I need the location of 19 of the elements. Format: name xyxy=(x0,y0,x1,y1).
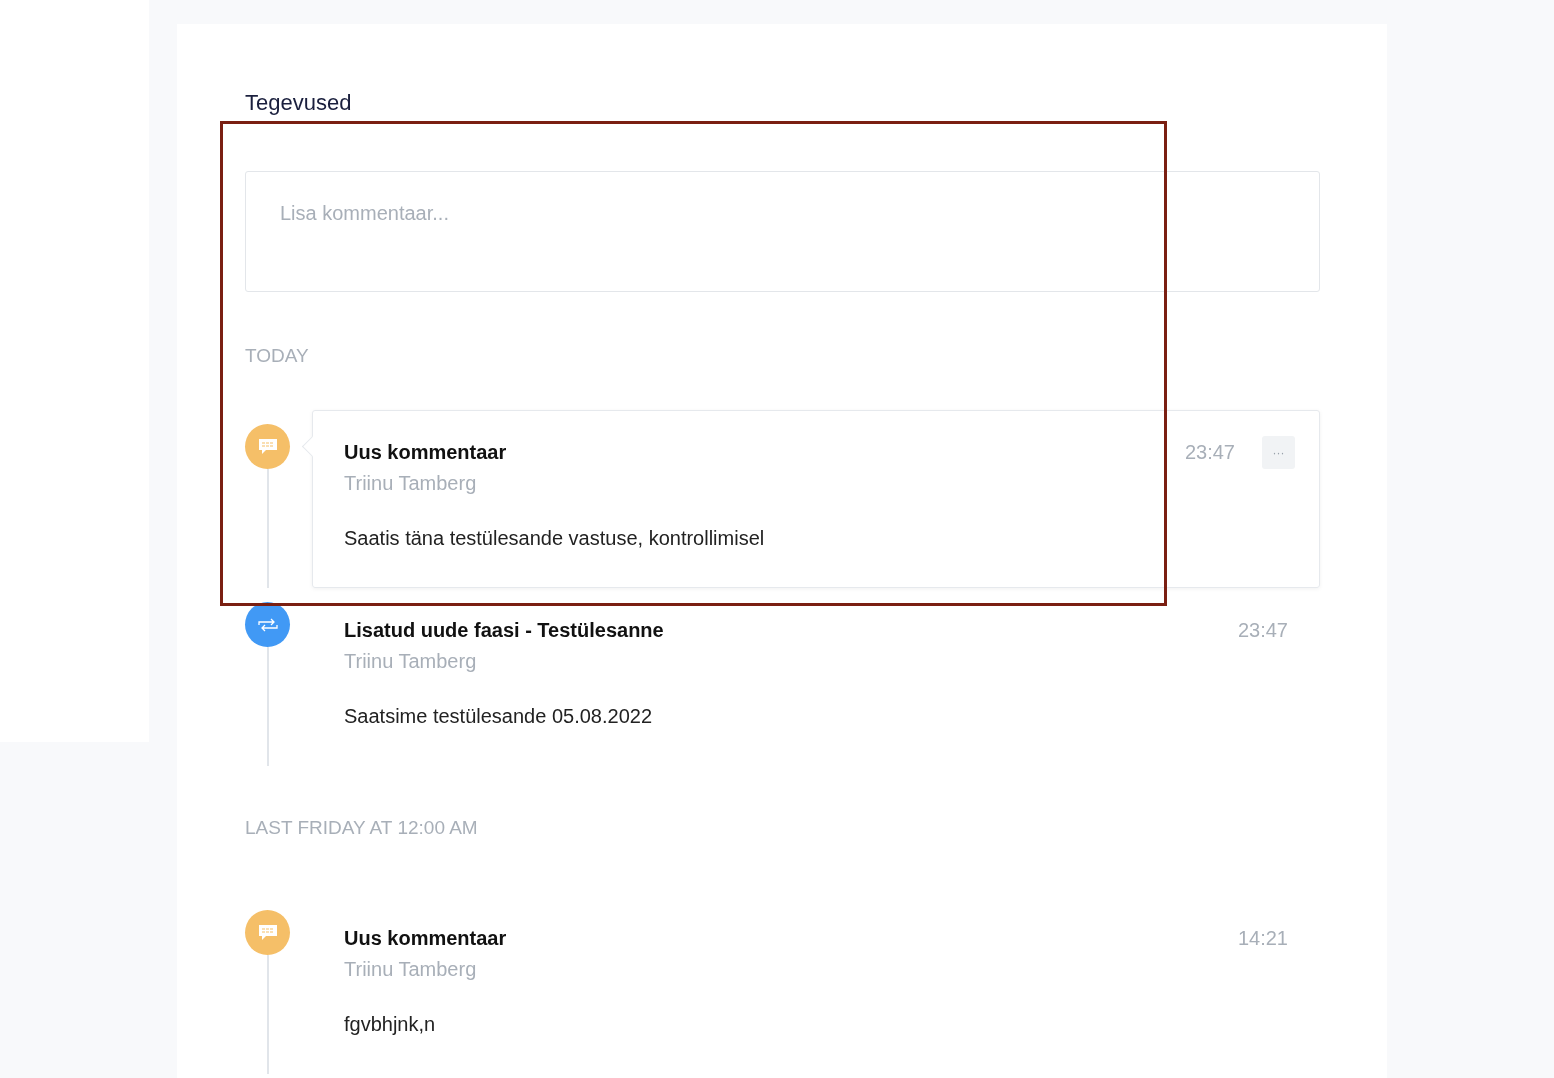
date-heading: TODAY xyxy=(245,344,310,368)
author-name: Triinu Tamberg xyxy=(344,957,478,982)
activity-time: 23:47 xyxy=(1237,618,1288,643)
activity-title: Lisatud uude faasi - Testülesanne xyxy=(344,618,665,643)
activity-time: 14:21 xyxy=(1237,926,1288,951)
activity-time: 23:47 xyxy=(1184,440,1235,465)
section-title: Tegevused xyxy=(245,90,353,116)
speech-bubble-icon xyxy=(257,923,278,942)
speech-bubble-icon xyxy=(257,437,278,456)
date-heading: LAST FRIDAY AT 12:00 AM xyxy=(245,816,479,840)
activity-title: Uus kommentaar xyxy=(344,440,508,465)
activity-text: fgvbhjnk,n xyxy=(344,1012,437,1037)
activity-text: Saatsime testülesande 05.08.2022 xyxy=(344,704,653,729)
author-name: Triinu Tamberg xyxy=(344,649,478,674)
more-button[interactable]: ··· xyxy=(1262,436,1295,469)
author-name: Triinu Tamberg xyxy=(344,471,478,496)
activity-text: Saatis täna testülesande vastuse, kontrollimisel xyxy=(344,526,766,551)
comment-field[interactable]: Lisa kommentaar... xyxy=(245,171,1320,292)
activity-title: Uus kommentaar xyxy=(344,926,508,951)
